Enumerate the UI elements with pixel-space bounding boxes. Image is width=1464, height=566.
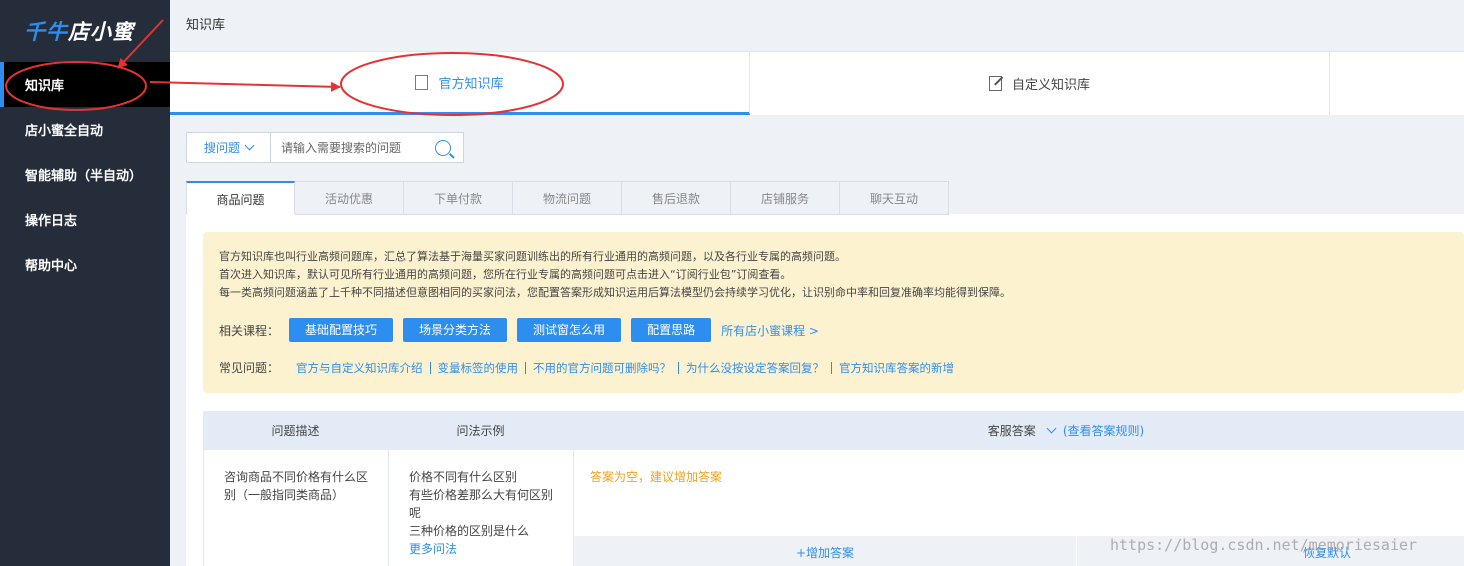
header-examples: 问法示例 xyxy=(456,424,505,438)
tab-label: 自定义知识库 xyxy=(1011,78,1090,93)
tab-logistics[interactable]: 物流问题 xyxy=(513,181,622,215)
sidebar-item-label: 操作日志 xyxy=(25,214,78,229)
course-button-scenes[interactable]: 场景分类方法 xyxy=(403,318,508,342)
breadcrumb: 知识库 xyxy=(170,0,1464,52)
tab-payment[interactable]: 下单付款 xyxy=(404,181,513,215)
faq-link[interactable]: 变量标签的使用 xyxy=(431,361,527,374)
search-icon[interactable] xyxy=(435,139,451,156)
sidebar-item-full-auto[interactable]: 店小蜜全自动 xyxy=(0,107,170,152)
course-button-test-window[interactable]: 测试窗怎么用 xyxy=(517,318,622,342)
tab-promotions[interactable]: 活动优惠 xyxy=(295,181,404,215)
search-type-label: 搜问题 xyxy=(203,141,240,155)
tab-official-kb[interactable]: 官方知识库 xyxy=(170,52,750,115)
tab-after-sales[interactable]: 售后退款 xyxy=(622,181,731,215)
sidebar-item-label: 知识库 xyxy=(25,79,65,94)
question-examples: 价格不同有什么区别 有些价格差那么大有何区别呢 三种价格的区别是什么 更多问法 xyxy=(389,450,574,566)
example-item: 价格不同有什么区别 xyxy=(409,470,518,484)
category-tabs: 商品问题 活动优惠 下单付款 物流问题 售后退款 店铺服务 聊天互动 xyxy=(186,181,949,215)
sidebar-item-help[interactable]: 帮助中心 xyxy=(0,242,170,287)
header-description: 问题描述 xyxy=(271,424,320,438)
question-description: 咨询商品不同价格有什么区别（一般指同类商品） xyxy=(204,450,389,566)
sidebar-item-assist[interactable]: 智能辅助（半自动） xyxy=(0,152,170,197)
example-item: 有些价格差那么大有何区别呢 xyxy=(409,488,554,520)
edit-icon xyxy=(988,76,1002,91)
faq-label: 常见问题： xyxy=(219,361,280,375)
faq-link[interactable]: 官方与自定义知识库介绍 xyxy=(289,361,431,374)
notice-line: 首次进入知识库，默认可见所有行业通用的高频问题，您所在行业专属的高频问题可点击进… xyxy=(219,268,792,281)
table-header: 问题描述 问法示例 客服答案 (查看答案规则) xyxy=(203,411,1464,450)
tab-custom-kb[interactable]: 自定义知识库 xyxy=(750,52,1330,115)
watermark-text: https://blog.csdn.net/memoriesaier xyxy=(1110,536,1418,554)
tab-chat[interactable]: 聊天互动 xyxy=(840,181,949,215)
course-button-config[interactable]: 配置思路 xyxy=(631,318,712,342)
related-courses: 相关课程： 基础配置技巧 场景分类方法 测试窗怎么用 配置思路 所有店小蜜课程 … xyxy=(219,318,1464,342)
notice-line: 每一类高频问题涵盖了上千种不同描述但意图相同的买家问法，您配置答案形成知识运用后… xyxy=(219,286,1011,299)
course-button-basics[interactable]: 基础配置技巧 xyxy=(289,318,394,342)
header-answer-label: 客服答案 xyxy=(987,424,1036,438)
chevron-down-icon[interactable] xyxy=(1046,423,1057,434)
faq-links: 常见问题： 官方与自定义知识库介绍 变量标签的使用 不用的官方问题可删除吗？ 为… xyxy=(219,359,1464,376)
all-courses-link[interactable]: 所有店小蜜课程 > xyxy=(721,322,819,339)
tab-label: 官方知识库 xyxy=(438,76,504,92)
sidebar-item-logs[interactable]: 操作日志 xyxy=(0,197,170,242)
app-logo[interactable]: 千牛 店小蜜 xyxy=(0,0,170,62)
add-answer-button[interactable]: +增加答案 xyxy=(574,536,1076,566)
search-bar: 搜问题 xyxy=(186,132,464,163)
sidebar: 千牛 店小蜜 知识库 店小蜜全自动 智能辅助（半自动） 操作日志 帮助中心 xyxy=(0,0,170,566)
header-answer: 客服答案 (查看答案规则) xyxy=(573,422,1464,439)
sidebar-item-label: 智能辅助（半自动） xyxy=(25,169,143,184)
tab-store-service[interactable]: 店铺服务 xyxy=(731,181,840,215)
tab-empty xyxy=(1330,52,1464,115)
logo-text-part2: 店小蜜 xyxy=(68,20,134,44)
more-examples-link[interactable]: 更多问法 xyxy=(409,540,553,558)
example-item: 三种价格的区别是什么 xyxy=(409,524,530,538)
sidebar-item-label: 帮助中心 xyxy=(25,259,78,274)
tab-product-questions[interactable]: 商品问题 xyxy=(186,181,295,215)
top-tabs: 官方知识库 自定义知识库 xyxy=(170,52,1464,115)
chevron-down-icon xyxy=(244,140,255,151)
notice-line: 官方知识库也叫行业高频问题库，汇总了算法基于海量买家问题训练出的所有行业通用的高… xyxy=(219,250,846,263)
faq-link[interactable]: 不用的官方问题可删除吗？ xyxy=(526,361,680,374)
logo-text-part1: 千牛 xyxy=(24,20,68,44)
empty-answer-hint: 答案为空，建议增加答案 xyxy=(590,470,723,484)
faq-link[interactable]: 为什么没按设定答案回复？ xyxy=(679,361,833,374)
answer-rules-link[interactable]: (查看答案规则) xyxy=(1063,424,1144,438)
search-type-dropdown[interactable]: 搜问题 xyxy=(187,133,271,162)
courses-label: 相关课程： xyxy=(219,323,280,338)
sidebar-item-label: 店小蜜全自动 xyxy=(25,124,104,139)
sidebar-item-knowledge-base[interactable]: 知识库 xyxy=(0,62,170,107)
book-icon xyxy=(415,74,429,90)
search-input[interactable] xyxy=(271,134,431,161)
faq-link[interactable]: 官方知识库答案的新增 xyxy=(832,362,961,374)
info-notice: 官方知识库也叫行业高频问题库，汇总了算法基于海量买家问题训练出的所有行业通用的高… xyxy=(203,232,1464,393)
main-content: 知识库 官方知识库 自定义知识库 搜问题 商品问题 活动优惠 下单付款 物流问题… xyxy=(170,0,1464,566)
